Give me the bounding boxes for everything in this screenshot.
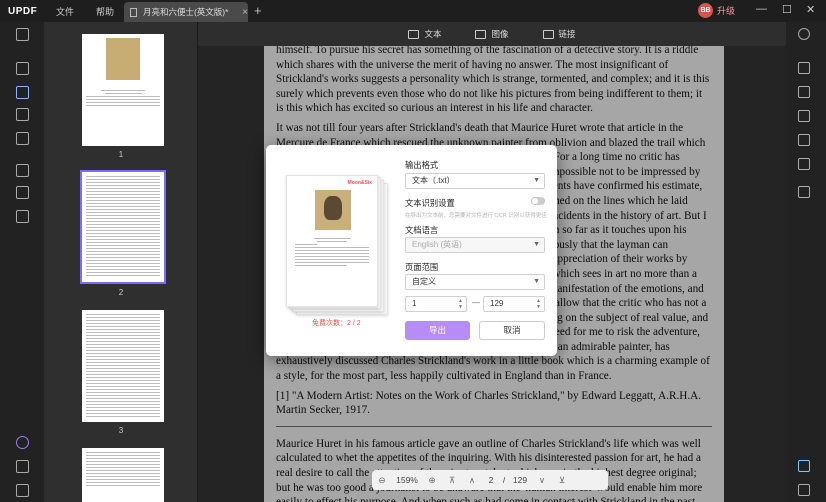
document-language-value: English (英语) <box>412 240 462 249</box>
pages-icon[interactable] <box>16 210 29 223</box>
upgrade-label: 升级 <box>717 6 736 16</box>
range-dash: — <box>472 298 480 307</box>
organize-pages-icon[interactable] <box>16 164 29 177</box>
add-text-button[interactable]: 文本 <box>408 28 441 40</box>
stepper-icon[interactable]: ▲ ▼ <box>458 298 463 310</box>
new-tab-icon[interactable]: + <box>254 3 262 18</box>
menu-file[interactable]: 文件 <box>56 5 86 18</box>
close-window-icon[interactable]: ✕ <box>806 3 815 16</box>
thumbnail-page-4[interactable] <box>82 448 164 502</box>
upgrade-button[interactable]: BB 升级 <box>698 3 735 18</box>
free-count: 免费次数：2 / 2 <box>312 320 361 327</box>
ocr-hint: 在导出为文本前，您需要对文件进行 OCR 识别以获得更佳的结果，请先开启 OCR… <box>405 213 547 219</box>
zoom-in-icon[interactable]: ⊕ <box>422 475 442 486</box>
cancel-button[interactable]: 取消 <box>479 321 545 340</box>
document-tab[interactable]: 月亮和六便士(英文版)* × <box>124 2 248 22</box>
add-link-button[interactable]: 链接 <box>542 28 576 40</box>
avatar: BB <box>698 3 713 18</box>
right-toolbar <box>786 22 826 502</box>
export-dialog: Moon&Six 免费次数：2 / 2 输出格式 文本（.txt） ▼ 文本识别… <box>266 145 557 356</box>
tab-label: 月亮和六便士(英文版)* <box>142 7 229 17</box>
total-pages: 129 <box>512 475 528 485</box>
edit-toolbar: 文本 图像 链接 <box>198 22 786 46</box>
bookmark-icon[interactable] <box>16 460 29 473</box>
document-language-select[interactable]: English (英语) ▼ <box>405 237 545 253</box>
text-icon <box>408 29 420 39</box>
ocr-settings-label: 文本识别设置 <box>405 198 455 208</box>
output-format-label: 输出格式 <box>405 160 439 170</box>
attachment-icon[interactable] <box>16 484 29 497</box>
thumbnail-page-1[interactable] <box>82 34 164 146</box>
last-page-icon[interactable]: ⊻ <box>552 475 572 486</box>
chevron-down-icon: ▼ <box>533 177 540 184</box>
thumbnail-portrait <box>106 38 140 80</box>
current-page[interactable]: 2 <box>482 475 500 485</box>
left-toolbar <box>0 22 44 502</box>
add-link-label: 链接 <box>558 29 576 39</box>
zoom-bar: ⊖ 159% ⊕ ⊼ ∧ 2 / 129 ∨ ⊻ <box>372 470 608 490</box>
stepper-icon[interactable]: ▲ ▼ <box>536 298 541 310</box>
convert-icon[interactable] <box>798 86 810 98</box>
page-range-label: 页面范围 <box>405 262 439 272</box>
output-format-select[interactable]: 文本（.txt） ▼ <box>405 173 545 189</box>
layers-icon[interactable] <box>16 436 29 449</box>
range-from-value: 1 <box>412 299 417 308</box>
range-from-input[interactable]: 1 ▲ ▼ <box>405 296 467 312</box>
edit-pdf-icon[interactable] <box>16 86 29 99</box>
output-format-value: 文本（.txt） <box>412 176 455 185</box>
maximize-icon[interactable]: ☐ <box>782 3 792 16</box>
thumbnail-number: 1 <box>118 150 124 159</box>
zoom-out-icon[interactable]: ⊖ <box>372 475 392 486</box>
reader-icon[interactable] <box>16 28 29 41</box>
menu-help[interactable]: 帮助 <box>96 5 126 18</box>
add-image-button[interactable]: 图像 <box>475 28 509 40</box>
preview-brand: Moon&Six <box>347 180 372 186</box>
next-page-icon[interactable]: ∨ <box>532 475 552 486</box>
chevron-down-icon: ▼ <box>533 241 540 248</box>
ocr-toggle[interactable] <box>531 197 545 205</box>
zoom-level[interactable]: 159% <box>392 475 422 485</box>
prev-page-icon[interactable]: ∧ <box>462 475 482 486</box>
search-icon[interactable] <box>798 28 810 40</box>
range-to-value: 129 <box>490 299 504 308</box>
ocr-icon[interactable] <box>798 62 810 74</box>
minimize-icon[interactable]: — <box>756 3 767 15</box>
page-separator: / <box>502 475 506 485</box>
app-logo: UPDF <box>8 5 38 17</box>
page-range-select[interactable]: 自定义 ▼ <box>405 274 545 290</box>
thumbnail-panel: 1 2 3 <box>44 22 198 502</box>
thumbnail-page-3[interactable] <box>82 310 164 422</box>
comment-icon[interactable] <box>16 62 29 75</box>
preview-portrait <box>315 190 351 230</box>
add-image-label: 图像 <box>491 29 509 39</box>
page-range-value: 自定义 <box>412 277 436 286</box>
document-icon <box>130 7 137 17</box>
chevron-down-icon: ▼ <box>533 278 540 285</box>
link-icon <box>542 29 554 39</box>
thumbnail-number: 3 <box>118 426 124 435</box>
form-icon[interactable] <box>16 108 29 121</box>
image-icon <box>475 29 487 39</box>
ai-assistant-icon[interactable] <box>798 460 810 472</box>
thumbnail-page-2[interactable] <box>80 170 166 284</box>
share-icon[interactable] <box>798 134 810 146</box>
preview-page: Moon&Six <box>286 175 378 307</box>
crop-icon[interactable] <box>16 186 29 199</box>
save-icon[interactable] <box>798 186 810 198</box>
protect-icon[interactable] <box>798 110 810 122</box>
email-icon[interactable] <box>798 158 810 170</box>
range-to-input[interactable]: 129 ▲ ▼ <box>483 296 545 312</box>
thumbnail-number: 2 <box>118 288 124 297</box>
document-language-label: 文档语言 <box>405 225 439 235</box>
chat-icon[interactable] <box>798 484 810 496</box>
tab-close-icon[interactable]: × <box>242 7 248 18</box>
export-button[interactable]: 导出 <box>405 321 470 340</box>
fill-sign-icon[interactable] <box>16 132 29 145</box>
add-text-label: 文本 <box>424 29 442 39</box>
first-page-icon[interactable]: ⊼ <box>442 475 462 486</box>
